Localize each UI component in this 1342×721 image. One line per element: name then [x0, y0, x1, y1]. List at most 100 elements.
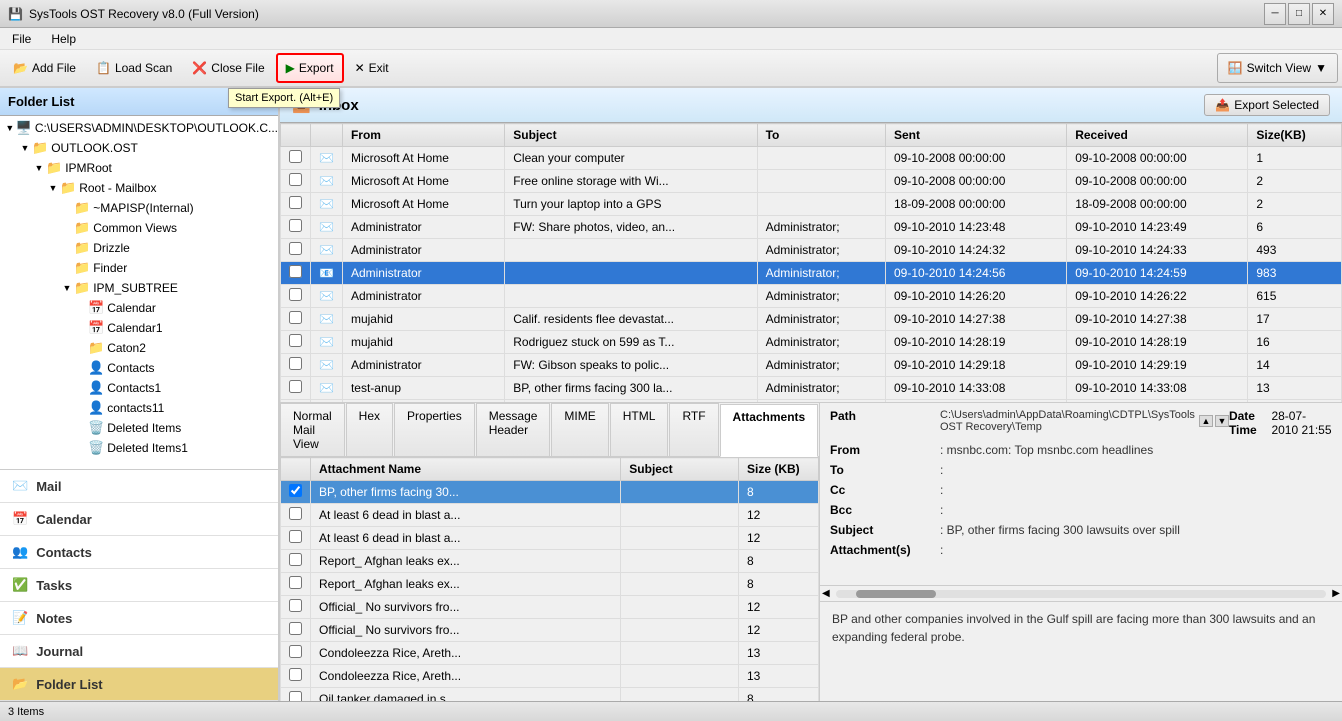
tab-mime[interactable]: MIME: [551, 403, 608, 456]
attach-check[interactable]: [281, 642, 311, 665]
tab-rtf[interactable]: RTF: [669, 403, 718, 456]
tree-expand-ipmroot[interactable]: ▼: [32, 163, 46, 173]
tab-normal-mail-view[interactable]: Normal Mail View: [280, 403, 345, 456]
row-check[interactable]: [281, 216, 311, 239]
row-check[interactable]: [281, 308, 311, 331]
scroll-left-icon[interactable]: ◀: [820, 588, 832, 599]
tree-item-finder[interactable]: 📁Finder: [0, 258, 278, 278]
close-file-button[interactable]: ❌ Close File: [183, 53, 273, 83]
tree-expand-ost[interactable]: ▼: [18, 143, 32, 153]
tab-html[interactable]: HTML: [610, 403, 669, 456]
row-check[interactable]: [281, 285, 311, 308]
nav-contacts[interactable]: 👥 Contacts: [0, 536, 278, 569]
row-check[interactable]: [281, 331, 311, 354]
tab-attachments[interactable]: Attachments: [720, 404, 819, 457]
tree-item-deleteditems1[interactable]: 🗑️Deleted Items1: [0, 438, 278, 458]
row-check[interactable]: [281, 354, 311, 377]
row-check[interactable]: [281, 193, 311, 216]
detail-scrollbar-thumb[interactable]: [856, 590, 936, 598]
tree-item-caton2[interactable]: 📁Caton2: [0, 338, 278, 358]
list-item[interactable]: Oil tanker damaged in s... 8: [281, 688, 819, 702]
tab-properties[interactable]: Properties: [394, 403, 475, 456]
table-row[interactable]: ✉️ Administrator Administrator; 09-10-20…: [281, 239, 1342, 262]
menu-file[interactable]: File: [4, 30, 39, 48]
table-row[interactable]: ✉️ mujahid Calif. residents flee devasta…: [281, 308, 1342, 331]
tab-message-header[interactable]: Message Header: [476, 403, 551, 456]
titlebar-controls[interactable]: ─ □ ✕: [1264, 3, 1334, 25]
attach-check[interactable]: [281, 550, 311, 573]
list-item[interactable]: Condoleezza Rice, Areth... 13: [281, 642, 819, 665]
tree-item-root[interactable]: ▼🖥️C:\USERS\ADMIN\DESKTOP\OUTLOOK.C...: [0, 118, 278, 138]
tree-item-contacts1[interactable]: 👤Contacts1: [0, 378, 278, 398]
export-button[interactable]: ▶ Export: [276, 53, 344, 83]
minimize-button[interactable]: ─: [1264, 3, 1286, 25]
attach-check[interactable]: [281, 688, 311, 702]
tree-item-mapisp[interactable]: 📁~MAPISP(Internal): [0, 198, 278, 218]
row-check[interactable]: [281, 170, 311, 193]
tree-item-calendar[interactable]: 📅Calendar: [0, 298, 278, 318]
list-item[interactable]: Official_ No survivors fro... 12: [281, 619, 819, 642]
detail-scrollbar-h[interactable]: ◀ ▶: [820, 585, 1342, 601]
load-scan-button[interactable]: 📋 Load Scan: [87, 53, 181, 83]
row-check[interactable]: [281, 239, 311, 262]
row-check[interactable]: [281, 147, 311, 170]
attach-check[interactable]: [281, 527, 311, 550]
path-up-button[interactable]: ▲: [1199, 415, 1213, 427]
tree-expand-mailbox[interactable]: ▼: [46, 183, 60, 193]
exit-button[interactable]: ✕ Exit: [346, 53, 398, 83]
list-item[interactable]: BP, other firms facing 30... 8: [281, 481, 819, 504]
table-row[interactable]: ✉️ Administrator Administrator; 09-10-20…: [281, 285, 1342, 308]
path-arrow[interactable]: ▲ ▼: [1199, 415, 1229, 427]
table-row[interactable]: ✉️ Administrator FW: Share photos, video…: [281, 216, 1342, 239]
table-row[interactable]: ✉️ test-anup BP, other firms facing 300 …: [281, 377, 1342, 400]
switch-view-button[interactable]: 🪟 Switch View ▼: [1217, 53, 1338, 83]
list-item[interactable]: At least 6 dead in blast a... 12: [281, 504, 819, 527]
attach-check[interactable]: [281, 504, 311, 527]
tree-expand-ipmsubtree[interactable]: ▼: [60, 283, 74, 293]
row-check[interactable]: [281, 262, 311, 285]
list-item[interactable]: At least 6 dead in blast a... 12: [281, 527, 819, 550]
tab-hex[interactable]: Hex: [346, 403, 393, 456]
nav-mail[interactable]: ✉️ Mail: [0, 470, 278, 503]
folder-tree[interactable]: ▼🖥️C:\USERS\ADMIN\DESKTOP\OUTLOOK.C...▼📁…: [0, 116, 278, 469]
tree-item-drizzle[interactable]: 📁Drizzle: [0, 238, 278, 258]
table-row[interactable]: ✉️ Microsoft At Home Free online storage…: [281, 170, 1342, 193]
table-row[interactable]: ✉️ Microsoft At Home Turn your laptop in…: [281, 193, 1342, 216]
tree-item-ipmsubtree[interactable]: ▼📁IPM_SUBTREE: [0, 278, 278, 298]
attach-tbody[interactable]: BP, other firms facing 30... 8 At least …: [281, 481, 819, 702]
export-selected-button[interactable]: 📤 Export Selected: [1204, 94, 1330, 116]
menu-help[interactable]: Help: [43, 30, 84, 48]
add-file-button[interactable]: 📂 Add File: [4, 53, 85, 83]
close-button[interactable]: ✕: [1312, 3, 1334, 25]
nav-journal[interactable]: 📖 Journal: [0, 635, 278, 668]
detail-scrollbar-track[interactable]: [836, 590, 1327, 598]
email-table-container[interactable]: From Subject To Sent Received Size(KB) ✉…: [280, 123, 1342, 403]
email-tbody[interactable]: ✉️ Microsoft At Home Clean your computer…: [281, 147, 1342, 404]
tree-expand-root[interactable]: ▼: [4, 123, 16, 133]
attach-check[interactable]: [281, 596, 311, 619]
tree-item-ost[interactable]: ▼📁OUTLOOK.OST: [0, 138, 278, 158]
nav-tasks[interactable]: ✅ Tasks: [0, 569, 278, 602]
row-check[interactable]: [281, 377, 311, 400]
nav-calendar[interactable]: 📅 Calendar: [0, 503, 278, 536]
table-row[interactable]: ✉️ Administrator FW: Gibson speaks to po…: [281, 354, 1342, 377]
attach-table-container[interactable]: Attachment Name Subject Size (KB) BP, ot…: [280, 457, 819, 701]
tree-item-calendar1[interactable]: 📅Calendar1: [0, 318, 278, 338]
maximize-button[interactable]: □: [1288, 3, 1310, 25]
table-row[interactable]: ✉️ mujahid Rodriguez stuck on 599 as T..…: [281, 331, 1342, 354]
table-row[interactable]: 📧 Administrator Administrator; 09-10-201…: [281, 262, 1342, 285]
tree-item-contacts[interactable]: 👤Contacts: [0, 358, 278, 378]
table-row[interactable]: ✉️ Microsoft At Home Clean your computer…: [281, 147, 1342, 170]
tree-item-mailbox[interactable]: ▼📁Root - Mailbox: [0, 178, 278, 198]
attach-check[interactable]: [281, 665, 311, 688]
attach-check[interactable]: [281, 481, 311, 504]
path-down-button[interactable]: ▼: [1215, 415, 1229, 427]
nav-folderlist[interactable]: 📂 Folder List: [0, 668, 278, 701]
attach-check[interactable]: [281, 619, 311, 642]
tree-item-commonviews[interactable]: 📁Common Views: [0, 218, 278, 238]
nav-notes[interactable]: 📝 Notes: [0, 602, 278, 635]
list-item[interactable]: Report_ Afghan leaks ex... 8: [281, 573, 819, 596]
list-item[interactable]: Report_ Afghan leaks ex... 8: [281, 550, 819, 573]
attach-check[interactable]: [281, 573, 311, 596]
tree-item-contacts11[interactable]: 👤contacts11: [0, 398, 278, 418]
